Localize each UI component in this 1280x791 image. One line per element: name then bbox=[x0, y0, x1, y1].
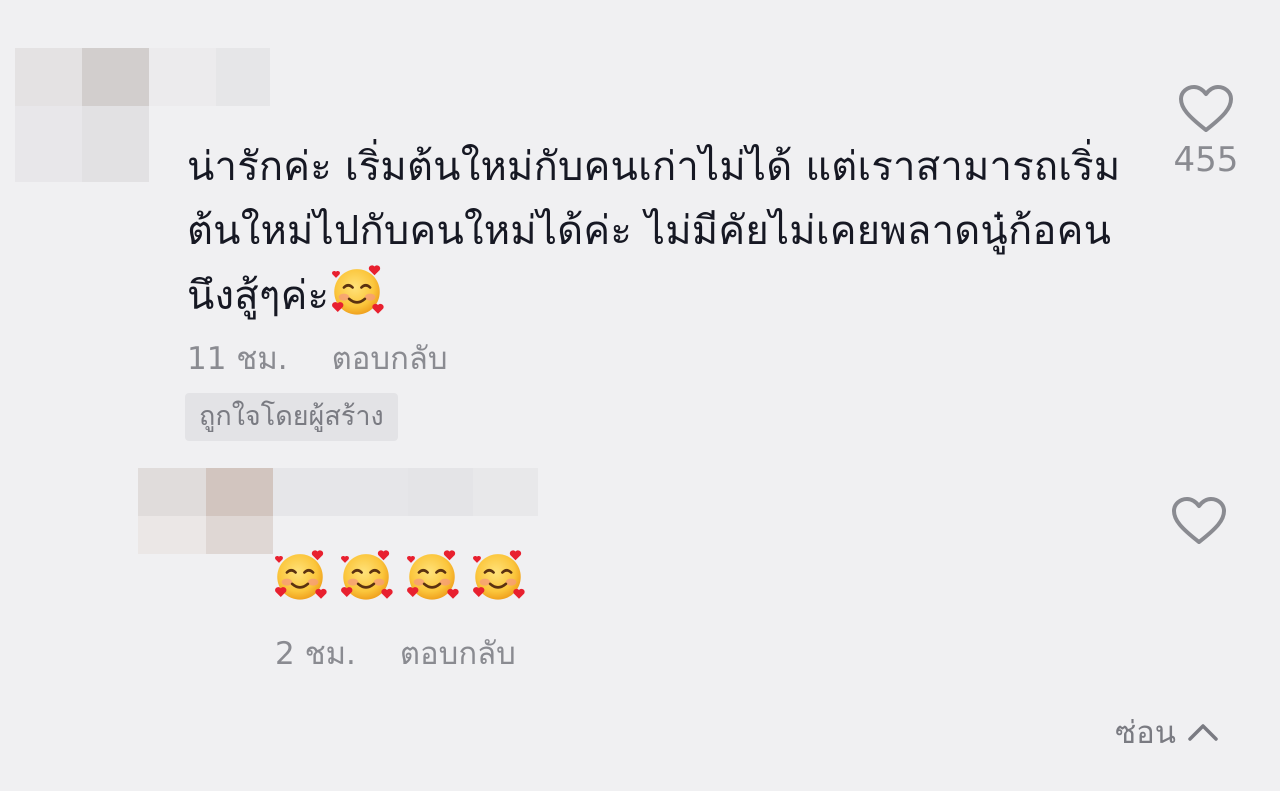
like-group: 455 bbox=[1166, 84, 1246, 180]
comment-emojis bbox=[272, 548, 526, 604]
reply-button[interactable]: ตอบกลับ bbox=[400, 628, 516, 678]
avatar-blurred[interactable] bbox=[138, 468, 538, 554]
comment-time: 2 ชม. bbox=[275, 636, 356, 672]
like-group bbox=[1159, 496, 1239, 546]
comment-text: น่ารักค่ะ เริ่มต้นใหม่กับคนเก่าไม่ได้ แต… bbox=[187, 135, 1127, 328]
like-count: 455 bbox=[1173, 140, 1239, 180]
smiling-face-with-hearts-icon bbox=[272, 548, 328, 604]
smiling-face-with-hearts-icon bbox=[404, 548, 460, 604]
comment-meta: 11 ชม. ตอบกลับ bbox=[187, 333, 448, 383]
chevron-up-icon bbox=[1188, 724, 1218, 741]
hide-replies-button[interactable]: ซ่อน bbox=[1115, 707, 1220, 757]
comment-body: น่ารักค่ะ เริ่มต้นใหม่กับคนเก่าไม่ได้ แต… bbox=[187, 144, 1121, 319]
reply-button[interactable]: ตอบกลับ bbox=[332, 333, 448, 383]
smiling-face-with-hearts-icon bbox=[329, 263, 385, 319]
smiling-face-with-hearts-icon bbox=[470, 548, 526, 604]
heart-icon[interactable] bbox=[1171, 496, 1227, 546]
liked-by-creator-badge: ถูกใจโดยผู้สร้าง bbox=[185, 393, 398, 441]
smiling-face-with-hearts-icon bbox=[338, 548, 394, 604]
hide-label: ซ่อน bbox=[1115, 715, 1176, 751]
comment-meta: 2 ชม. ตอบกลับ bbox=[275, 628, 516, 678]
heart-icon[interactable] bbox=[1178, 84, 1234, 134]
comment-time: 11 ชม. bbox=[187, 341, 288, 377]
